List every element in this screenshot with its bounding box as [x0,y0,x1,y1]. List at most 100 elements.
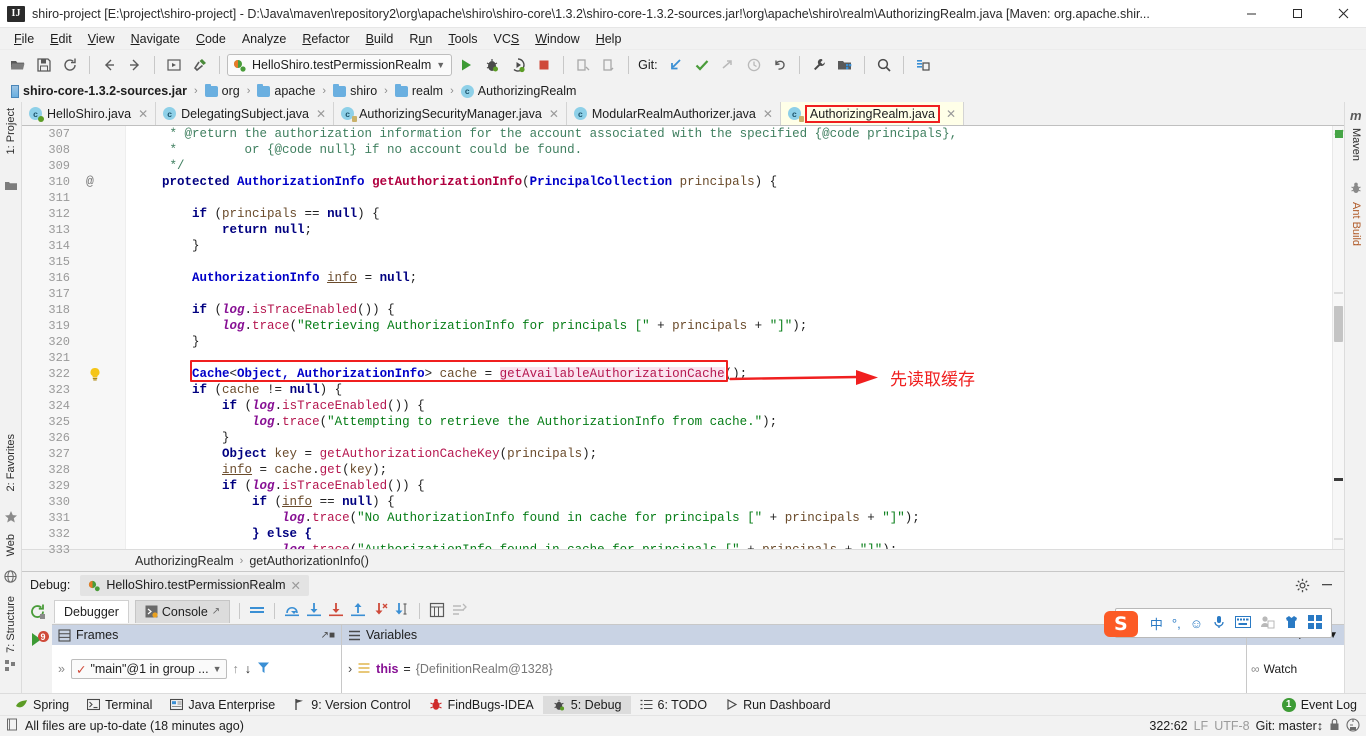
minimize-button[interactable] [1228,0,1274,28]
close-icon[interactable]: ✕ [291,578,301,593]
sidebar-item-structure[interactable]: 7: Structure [0,592,22,657]
settings-arrow-icon[interactable]: ↗■ [321,630,335,641]
code-line[interactable]: log.trace("No AuthorizationInfo found in… [132,510,1332,526]
tool-window-todo[interactable]: 6: TODO [631,696,717,714]
ime-person-icon[interactable] [1260,615,1275,632]
code-line[interactable]: info = cache.get(key); [132,462,1332,478]
editor-tab-helloshiro[interactable]: c HelloShiro.java ✕ [22,102,157,125]
run-with-coverage-button[interactable] [506,53,530,77]
close-icon[interactable]: ✕ [763,107,773,121]
build-hammer-icon[interactable] [188,53,212,77]
back-icon[interactable] [97,53,121,77]
profile-icon[interactable] [571,53,595,77]
caret-position[interactable]: 322:62 [1149,719,1187,733]
intention-bulb-icon[interactable] [88,367,102,381]
file-encoding[interactable]: UTF-8 [1214,719,1249,733]
menu-file[interactable]: File [6,30,42,48]
run-to-cursor-icon[interactable] [394,602,410,621]
menu-navigate[interactable]: Navigate [123,30,188,48]
ime-emoji-icon[interactable]: ☺ [1190,616,1203,631]
run-configuration-selector[interactable]: HelloShiro.testPermissionRealm ▼ [227,54,453,76]
menu-code[interactable]: Code [188,30,234,48]
code-line[interactable]: if (info == null) { [132,494,1332,510]
history-icon[interactable] [742,53,766,77]
tool-window-debug[interactable]: 5: Debug [542,695,631,714]
code-line[interactable]: Object key = getAuthorizationCacheKey(pr… [132,446,1332,462]
code-line[interactable]: */ [132,158,1332,174]
menu-refactor[interactable]: Refactor [294,30,357,48]
attach-process-icon[interactable] [597,53,621,77]
resume-program-icon[interactable]: 9 [29,631,49,651]
stop-button[interactable] [532,53,556,77]
sogou-logo-icon[interactable]: S [1103,611,1138,637]
sidebar-item-ant-build[interactable]: Ant Build [1345,198,1366,250]
breadcrumb-apache[interactable]: apache [254,83,318,99]
ime-skin-icon[interactable] [1284,615,1299,632]
sidebar-item-web[interactable]: Web [0,530,22,560]
layout-settings-icon[interactable] [451,602,468,621]
code-line[interactable] [132,190,1332,206]
expand-chevron-icon[interactable]: › [348,662,352,676]
tool-window-findbugs[interactable]: FindBugs-IDEA [420,696,543,714]
maximize-button[interactable] [1274,0,1320,28]
settings-icon[interactable] [807,53,831,77]
push-icon[interactable] [716,53,740,77]
step-into-icon[interactable] [306,602,322,621]
code-line[interactable]: * @return the authorization information … [132,126,1332,142]
sidebar-item-favorites[interactable]: 2: Favorites [0,430,22,495]
code-line[interactable]: if (cache != null) { [132,382,1332,398]
code-line[interactable]: Cache<Object, AuthorizationInfo> cache =… [132,366,1332,382]
step-over-icon[interactable] [284,602,300,621]
ime-mode-chinese[interactable]: 中 [1150,614,1163,633]
code-content[interactable]: * @return the authorization information … [126,126,1332,549]
rerun-icon[interactable] [29,603,46,623]
menu-view[interactable]: View [80,30,123,48]
close-button[interactable] [1320,0,1366,28]
breadcrumb-method-name[interactable]: getAuthorizationInfo() [249,554,369,568]
arrow-down-icon[interactable]: ↓ [245,662,251,676]
sidebar-item-maven[interactable]: Maven [1345,124,1366,165]
code-line[interactable]: } else { [132,526,1332,542]
mute-breakpoints-icon[interactable] [249,602,265,621]
tab-debugger[interactable]: Debugger [54,599,129,623]
line-separator[interactable]: LF [1194,719,1209,733]
tool-window-java-enterprise[interactable]: Java Enterprise [161,696,284,714]
code-line[interactable]: } [132,334,1332,350]
annotation-gutter[interactable]: @ [78,126,114,549]
ime-keyboard-icon[interactable] [1235,615,1251,631]
commit-icon[interactable] [690,53,714,77]
code-line[interactable] [132,350,1332,366]
editor-tab-modularrealmauthorizer[interactable]: c ModularRealmAuthorizer.java ✕ [566,102,781,125]
menu-tools[interactable]: Tools [440,30,485,48]
code-editor[interactable]: 307 308 309 310 311 312 313 314 315 316 317 318 319 3… [22,126,1344,557]
ime-floating-toolbar[interactable]: S 中 °, ☺ [1103,608,1332,638]
code-folding-gutter[interactable] [114,126,126,549]
annotation-marker-icon[interactable]: @ [86,174,94,189]
code-line[interactable]: if (log.isTraceEnabled()) { [132,478,1332,494]
force-step-into-icon[interactable] [328,602,344,621]
evaluate-expression-icon[interactable] [429,602,445,621]
menu-window[interactable]: Window [527,30,587,48]
run-configurations-icon[interactable] [162,53,186,77]
project-structure-icon[interactable] [833,53,857,77]
gear-icon[interactable] [1295,578,1310,593]
close-icon[interactable]: ✕ [946,107,956,121]
debug-session-tab[interactable]: HelloShiro.testPermissionRealm ✕ [80,574,310,596]
ime-mic-icon[interactable] [1212,615,1226,632]
open-folder-icon[interactable] [6,53,30,77]
editor-scrollbar-thumb[interactable] [1334,306,1343,342]
code-line[interactable]: if (principals == null) { [132,206,1332,222]
drop-frame-icon[interactable] [372,602,388,621]
expand-icon[interactable]: » [58,662,65,676]
search-everywhere-icon[interactable] [872,53,896,77]
code-line[interactable]: if (log.isTraceEnabled()) { [132,302,1332,318]
code-line[interactable] [132,286,1332,302]
forward-icon[interactable] [123,53,147,77]
variable-row[interactable]: this = {DefinitionRealm@1328} [376,662,553,676]
close-icon[interactable]: ✕ [316,107,326,121]
sync-icon[interactable] [58,53,82,77]
update-project-icon[interactable] [664,53,688,77]
event-log-button[interactable]: 1 Event Log [1273,696,1366,714]
rollback-icon[interactable] [768,53,792,77]
menu-build[interactable]: Build [358,30,402,48]
